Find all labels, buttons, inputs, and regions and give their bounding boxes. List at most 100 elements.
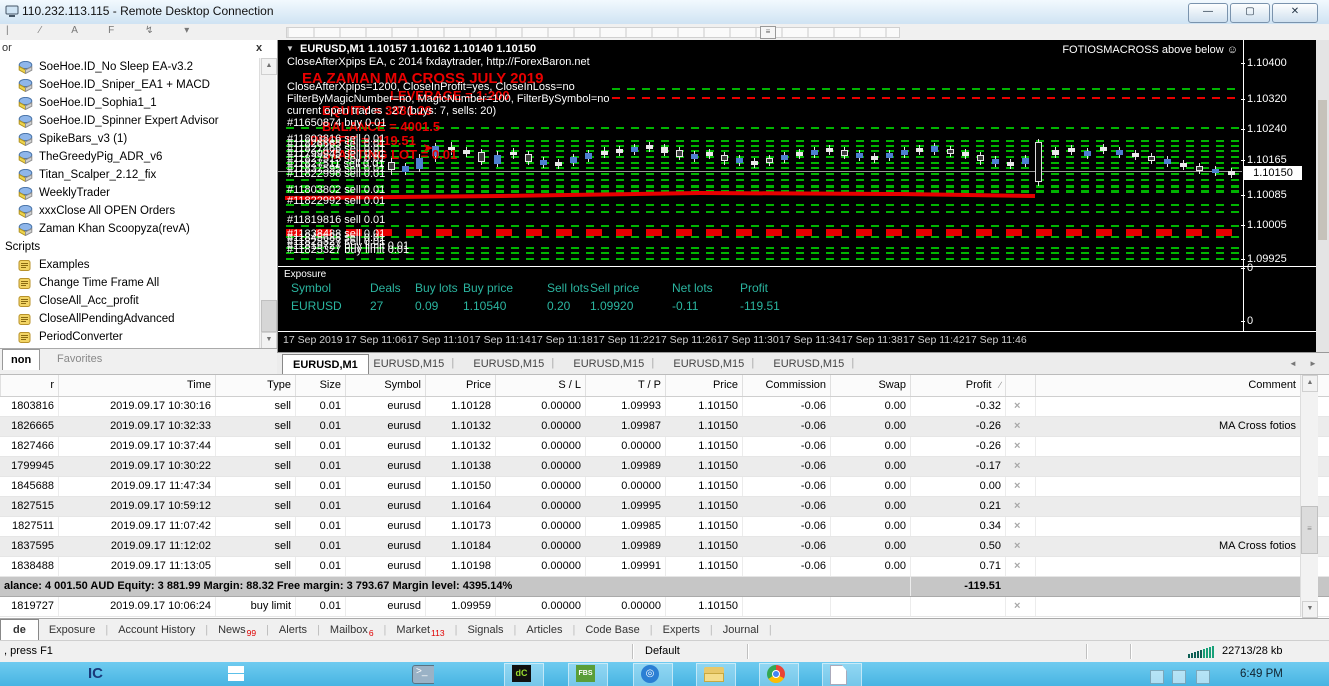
chart-dropdown-icon[interactable]: ▼ — [286, 44, 294, 53]
navigator-item-expert[interactable]: TheGreedyPig_ADR_v6 — [0, 148, 258, 166]
rdc-title-bar[interactable]: 110.232.113.115 - Remote Desktop Connect… — [0, 0, 1329, 25]
trade-header-cell[interactable]: Comment — [1035, 375, 1300, 396]
dc-app-icon[interactable]: dC — [512, 665, 534, 686]
navigator-tab-favorites[interactable]: Favorites — [49, 349, 110, 369]
close-order-button[interactable]: × — [1005, 437, 1035, 456]
terminal-tab-experts[interactable]: Experts — [653, 620, 710, 641]
navigator-item-expert[interactable]: SpikeBars_v3 (1) — [0, 130, 258, 148]
terminal-tab-signals[interactable]: Signals — [457, 620, 513, 641]
terminal-tab-code-base[interactable]: Code Base — [575, 620, 649, 641]
chart-window[interactable]: ▼ EURUSD,M1 1.10157 1.10162 1.10140 1.101… — [278, 40, 1316, 352]
navigator-item-expert[interactable]: WeeklyTrader — [0, 184, 258, 202]
trade-cell: 2019.09.17 11:13:05 — [58, 557, 215, 576]
navigator-item-expert[interactable]: SoeHoe.ID_Sophia1_1 — [0, 94, 258, 112]
trade-header-cell[interactable]: T / P — [585, 375, 665, 396]
chart-tab-3[interactable]: EURUSD,M15 — [563, 354, 654, 374]
trade-cell: 1.10184 — [425, 537, 495, 556]
trade-header-cell[interactable]: Time — [58, 375, 215, 396]
close-order-button[interactable]: × — [1005, 537, 1035, 556]
tray-icon[interactable] — [1172, 670, 1186, 684]
minimize-button[interactable]: — — [1188, 3, 1228, 23]
chart-tab-0[interactable]: EURUSD,M1 — [282, 354, 369, 375]
close-order-button[interactable]: × — [1005, 397, 1035, 416]
trade-header-cell[interactable]: S / L — [495, 375, 585, 396]
trade-scroll-thumb[interactable]: ≡ — [1301, 506, 1318, 554]
navigator-item-script[interactable]: Examples — [0, 256, 258, 274]
maximize-button[interactable]: ▢ — [1230, 3, 1270, 23]
tray-icon[interactable] — [1150, 670, 1164, 684]
profile-name[interactable]: Default — [645, 645, 680, 657]
trade-header-cell[interactable]: Price — [425, 375, 495, 396]
trade-header-cell[interactable]: Commission — [742, 375, 830, 396]
document-icon[interactable] — [830, 665, 852, 686]
window-icon[interactable] — [228, 665, 250, 686]
chrome-icon[interactable] — [767, 665, 789, 686]
chart-tab-5[interactable]: EURUSD,M15 — [763, 354, 854, 374]
chart-tab-2[interactable]: EURUSD,M15 — [463, 354, 554, 374]
scroll-up-icon[interactable]: ▲ — [261, 58, 277, 75]
navigator-scroll-thumb[interactable] — [261, 300, 277, 332]
trade-scrollbar[interactable]: ▲ ▼ — [1300, 375, 1318, 618]
navigator-item-script[interactable]: CloseAllPendingAdvanced — [0, 310, 258, 328]
terminal-tab-alerts[interactable]: Alerts — [269, 620, 317, 641]
windows-taskbar[interactable]: 6:49 PM IC >_ dC FBS ◎ — [0, 662, 1329, 686]
navigator-scrollbar[interactable]: ▲ ▼ — [259, 58, 277, 349]
tray-icon[interactable] — [1196, 670, 1210, 684]
close-order-button[interactable]: × — [1005, 417, 1035, 436]
close-order-button[interactable]: × — [1005, 597, 1035, 616]
trade-cell: 1.09985 — [585, 517, 665, 536]
trade-header-cell[interactable]: Symbol — [345, 375, 425, 396]
folder-icon[interactable] — [704, 665, 726, 686]
close-order-button[interactable]: × — [1005, 457, 1035, 476]
chart-tab-4[interactable]: EURUSD,M15 — [663, 354, 754, 374]
navigator-item-expert[interactable]: SoeHoe.ID_No Sleep EA-v3.2 — [0, 58, 258, 76]
navigator-tab-non[interactable]: non — [2, 349, 41, 370]
terminal-tab-articles[interactable]: Articles — [516, 620, 572, 641]
close-order-button[interactable]: × — [1005, 477, 1035, 496]
line-studies-toolbar-icons[interactable]: | ⁄ A F ↯ ▾ — [6, 25, 203, 36]
trade-header-cell[interactable]: r — [0, 375, 58, 396]
navigator-group-scripts[interactable]: Scripts — [0, 238, 258, 256]
navigator-item-expert[interactable]: Zaman Khan Scoopyza(revA) — [0, 220, 258, 238]
navigator-item-script[interactable]: CloseAll_Acc_profit — [0, 292, 258, 310]
trade-header-cell[interactable]: Size — [295, 375, 345, 396]
trade-header-cell[interactable]: Profit ∕ — [910, 375, 1005, 396]
fbs-app-icon[interactable]: FBS — [576, 665, 598, 686]
tab-scroll-right-icon[interactable]: ► — [1309, 359, 1317, 368]
taskbar-clock[interactable]: 6:49 PM — [1240, 668, 1283, 680]
trade-header-cell[interactable]: Price — [665, 375, 742, 396]
chart-tab-1[interactable]: EURUSD,M15 — [363, 354, 454, 374]
navigator-close-icon[interactable]: x — [256, 42, 262, 54]
mt4-toolbar-fragment[interactable]: | ⁄ A F ↯ ▾ ≡ — [0, 24, 1329, 41]
terminal-icon[interactable]: >_ — [412, 665, 434, 686]
navigator-item-expert[interactable]: xxxClose All OPEN Orders — [0, 202, 258, 220]
terminal-tab-news[interactable]: News99 — [208, 620, 266, 641]
terminal-tab-journal[interactable]: Journal — [713, 620, 769, 641]
navigator-item-expert[interactable]: SoeHoe.ID_Sniper_EA1 + MACD — [0, 76, 258, 94]
scroll-down-icon[interactable]: ▼ — [261, 332, 277, 349]
scroll-up-icon[interactable]: ▲ — [1302, 375, 1318, 392]
trade-header-cell[interactable]: Type — [215, 375, 295, 396]
trade-header-cell[interactable]: Swap — [830, 375, 910, 396]
close-button[interactable]: ✕ — [1272, 3, 1318, 23]
navigator-item-script[interactable]: PeriodConverter — [0, 328, 258, 346]
trade-header-cell[interactable] — [1005, 375, 1035, 396]
terminal-tab-account-history[interactable]: Account History — [108, 620, 205, 641]
tab-scroll-left-icon[interactable]: ◄ — [1289, 359, 1297, 368]
ic-markets-icon[interactable]: IC — [88, 665, 110, 686]
chart-right-scroll-thumb[interactable] — [1318, 100, 1327, 240]
close-order-button[interactable]: × — [1005, 517, 1035, 536]
navigator-item-expert[interactable]: Titan_Scalper_2.12_fix — [0, 166, 258, 184]
toolbar-menu-icon[interactable]: ≡ — [760, 26, 776, 39]
terminal-tab-market[interactable]: Market113 — [386, 620, 454, 641]
navigator-item-expert[interactable]: SoeHoe.ID_Spinner Expert Advisor — [0, 112, 258, 130]
close-order-button[interactable]: × — [1005, 497, 1035, 516]
scroll-down-icon[interactable]: ▼ — [1302, 601, 1318, 618]
terminal-tab-mailbox[interactable]: Mailbox6 — [320, 620, 384, 641]
circle-app-icon[interactable]: ◎ — [641, 665, 663, 686]
terminal-tab-de[interactable]: de — [0, 619, 39, 641]
close-order-button[interactable]: × — [1005, 557, 1035, 576]
trade-cell: 0.00 — [830, 537, 910, 556]
terminal-tab-exposure[interactable]: Exposure — [39, 620, 105, 641]
navigator-item-script[interactable]: Change Time Frame All — [0, 274, 258, 292]
